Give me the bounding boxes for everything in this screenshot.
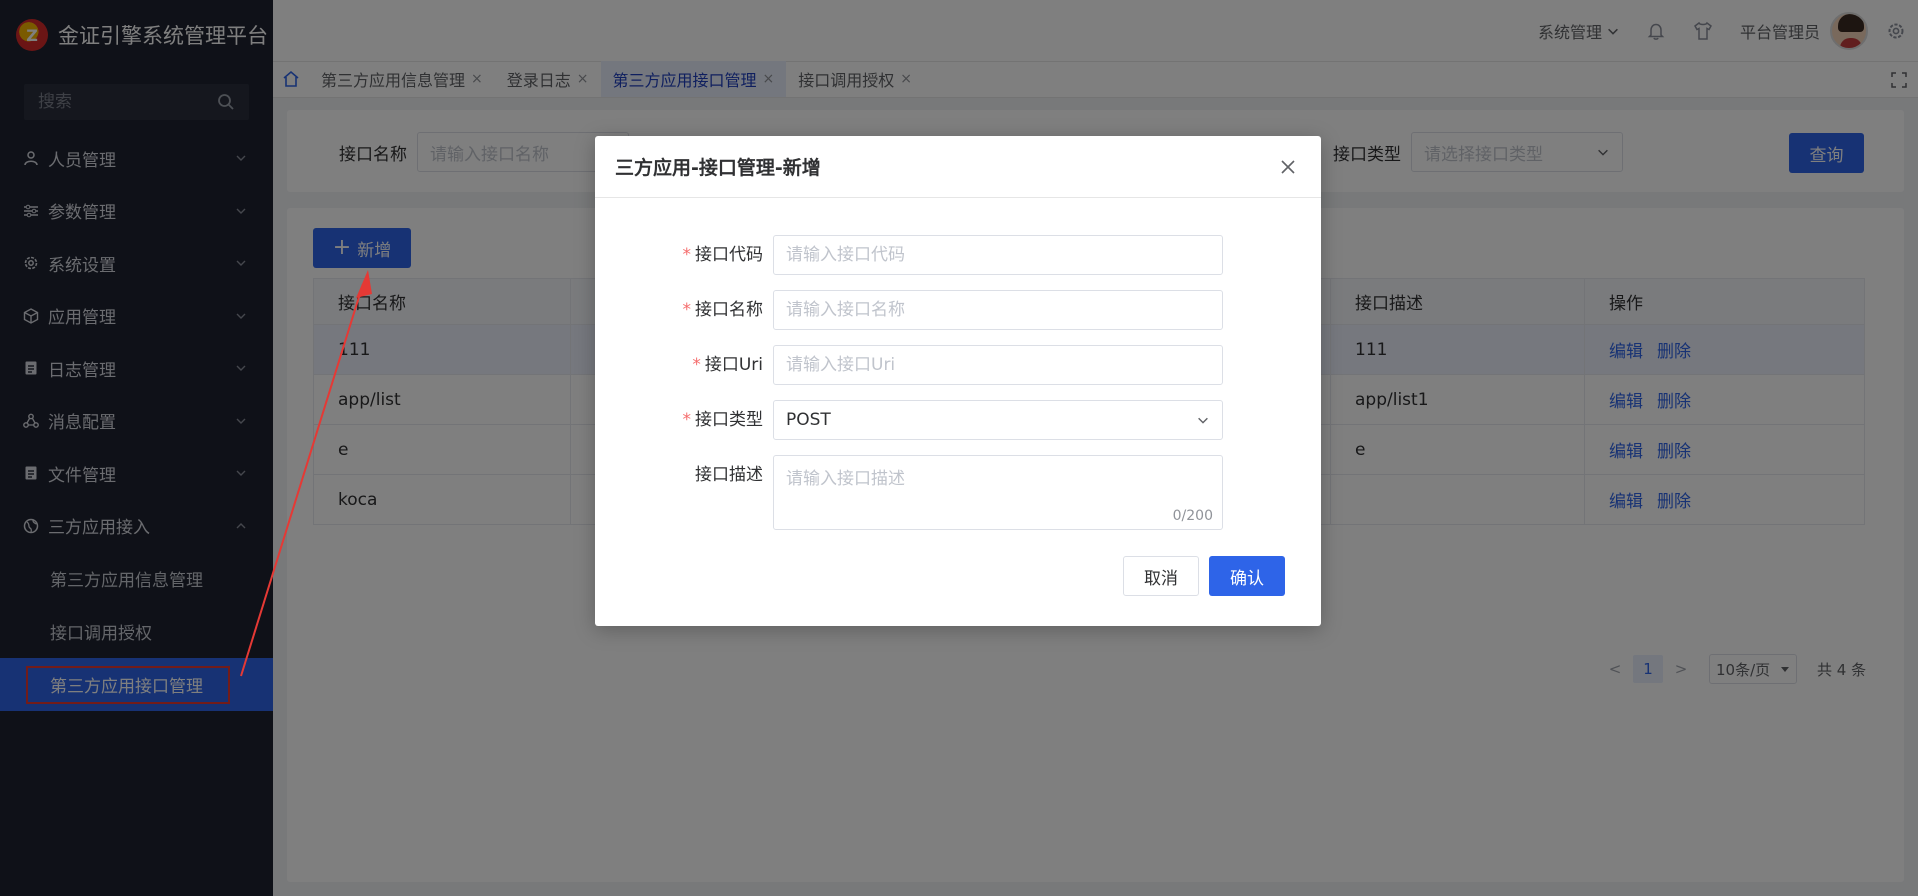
name-input[interactable] xyxy=(773,290,1223,330)
name-label-text: 接口名称 xyxy=(695,300,763,320)
form-row-code: * 接口代码 xyxy=(595,235,1223,275)
dialog-title: 三方应用-接口管理-新增 xyxy=(615,157,821,179)
uri-input[interactable] xyxy=(773,345,1223,385)
desc-label-text: 接口描述 xyxy=(695,465,763,485)
add-api-dialog: 三方应用-接口管理-新增 *接口代码 *接口名称 *接口Uri *接口类型 PO… xyxy=(595,136,1321,626)
uri-label-text: 接口Uri xyxy=(704,355,763,375)
form-row-uri: * 接口Uri xyxy=(595,345,1223,385)
desc-textarea[interactable] xyxy=(773,455,1223,530)
required-mark: * xyxy=(682,245,692,265)
desc-textarea-wrap: 0/200 xyxy=(773,455,1223,530)
required-mark: * xyxy=(692,355,701,375)
type-select-value: POST xyxy=(786,410,831,430)
type-label-text: 接口类型 xyxy=(695,410,763,430)
cancel-button[interactable]: 取消 xyxy=(1123,556,1199,596)
required-mark: * xyxy=(682,410,692,430)
type-label: * 接口类型 xyxy=(595,400,773,440)
desc-label: 接口描述 xyxy=(595,455,773,495)
code-input[interactable] xyxy=(773,235,1223,275)
code-label: * 接口代码 xyxy=(595,235,773,275)
code-label-text: 接口代码 xyxy=(695,245,763,265)
form-row-name: * 接口名称 xyxy=(595,290,1223,330)
chevron-down-icon xyxy=(1198,417,1208,424)
type-select[interactable]: POST xyxy=(773,400,1223,440)
close-icon[interactable] xyxy=(1277,156,1299,178)
form-row-desc: 接口描述 0/200 xyxy=(595,455,1223,530)
dialog-header: 三方应用-接口管理-新增 xyxy=(595,136,1321,198)
confirm-button[interactable]: 确认 xyxy=(1209,556,1285,596)
form-row-type: * 接口类型 POST xyxy=(595,400,1223,440)
name-label: * 接口名称 xyxy=(595,290,773,330)
required-mark: * xyxy=(682,300,692,320)
uri-label: * 接口Uri xyxy=(595,345,773,385)
desc-char-counter: 0/200 xyxy=(1172,508,1213,524)
